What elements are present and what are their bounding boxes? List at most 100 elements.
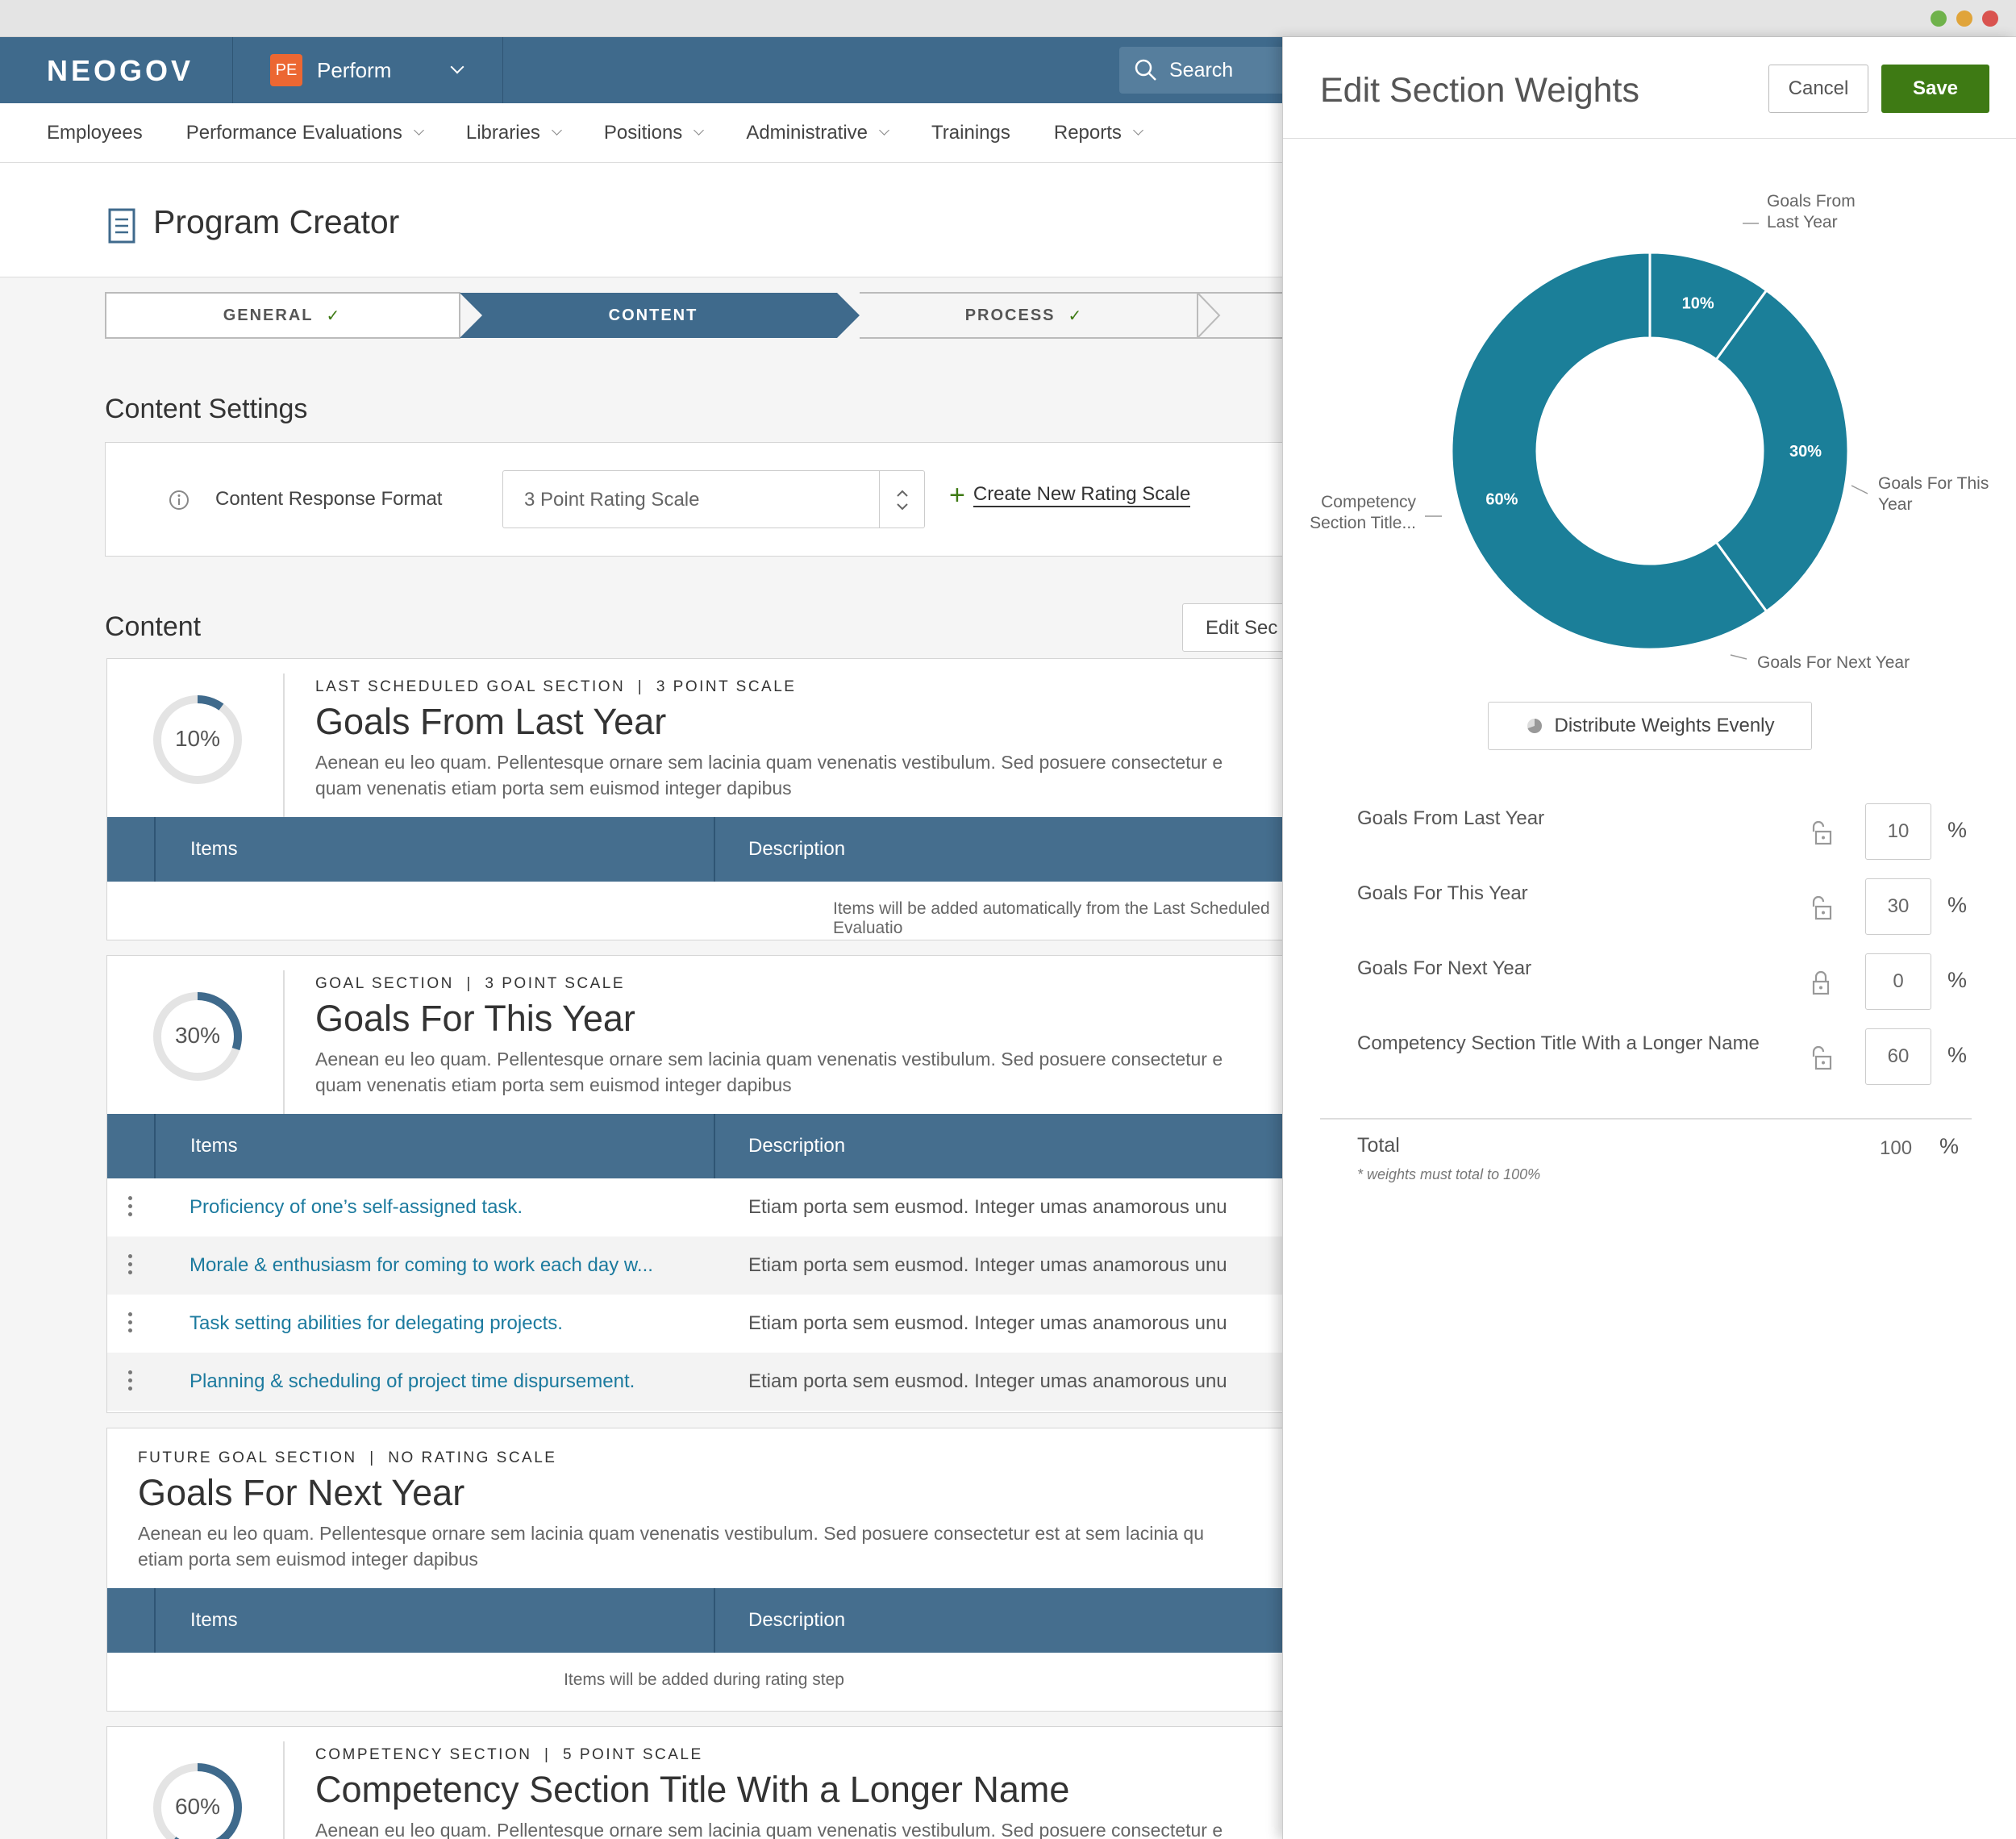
weights-donut-chart: 10% 30% 60% Goals From Last Year Goals For T… <box>1310 192 1989 672</box>
step-process[interactable]: PROCESS ✓ <box>847 292 1202 339</box>
save-button[interactable]: Save <box>1881 65 1989 113</box>
section-title: Competency Section Title With a Longer N… <box>315 1769 1070 1810</box>
distribute-evenly-button[interactable]: Distribute Weights Evenly <box>1488 702 1812 750</box>
rating-scale-select[interactable]: 3 Point Rating Scale <box>502 470 925 528</box>
title-bar: Program Creator <box>0 163 1290 277</box>
table-row[interactable]: Planning & scheduling of project time di… <box>107 1353 1299 1411</box>
callout-label: Competency Section Title... <box>1310 493 1416 532</box>
nav-administrative[interactable]: Administrative <box>746 122 889 144</box>
weight-name: Competency Section Title With a Longer N… <box>1357 1032 1760 1054</box>
nav-performance-evaluations[interactable]: Performance Evaluations <box>186 122 424 144</box>
drag-handle-icon[interactable] <box>128 1254 133 1278</box>
pie-icon <box>1527 719 1542 733</box>
lock-icon[interactable] <box>1809 970 1833 997</box>
table-row[interactable]: Proficiency of one’s self-assigned task.… <box>107 1178 1299 1236</box>
drag-handle-icon[interactable] <box>128 1196 133 1220</box>
minimize-dot[interactable] <box>1956 10 1972 27</box>
percent-sign: % <box>1947 1043 1968 1067</box>
item-name-link[interactable]: Morale & enthusiasm for coming to work e… <box>190 1254 653 1277</box>
item-description: Etiam porta sem eusmod. Integer umas ana… <box>748 1254 1227 1276</box>
weight-name: Goals From Last Year <box>1357 807 1545 829</box>
total-divider <box>1320 1118 1972 1120</box>
weight-input[interactable]: 10 <box>1865 803 1931 860</box>
chevron-down-icon <box>1133 125 1143 136</box>
section-title: Goals From Last Year <box>315 701 667 742</box>
chevron-down-icon <box>552 125 562 136</box>
percent-sign: % <box>1947 968 1968 992</box>
step-general[interactable]: GENERAL ✓ <box>105 292 460 339</box>
weight-row: Competency Section Title With a Longer N… <box>1357 1028 1970 1085</box>
section-card-goals-for-next-year: FUTURE GOAL SECTION | NO RATING SCALE Go… <box>106 1428 1300 1712</box>
callout-label: Goals From Last Year <box>1767 192 1856 231</box>
main-nav: Employees Performance Evaluations Librar… <box>0 103 1290 163</box>
top-header: NEOGOV PE Perform Search <box>0 37 1313 103</box>
plus-icon: + <box>949 480 965 511</box>
section-description: Aenean eu leo quam. Pellentesque ornare … <box>315 1049 1223 1095</box>
slice-label: 30% <box>1789 443 1822 461</box>
panel-title: Edit Section Weights <box>1320 71 1639 110</box>
nav-trainings[interactable]: Trainings <box>931 122 1010 144</box>
drag-handle-icon[interactable] <box>128 1370 133 1395</box>
section-card-competency: 60% COMPETENCY SECTION | 5 POINT SCALE C… <box>106 1726 1300 1839</box>
panel-header: Edit Section Weights Cancel Save <box>1283 37 2016 139</box>
item-description: Etiam porta sem eusmod. Integer umas ana… <box>748 1370 1227 1392</box>
check-icon: ✓ <box>1068 306 1084 325</box>
close-dot[interactable] <box>1982 10 1998 27</box>
section-description: Aenean eu leo quam. Pellentesque ornare … <box>138 1523 1205 1570</box>
section-card-goals-from-last-year: 10% LAST SCHEDULED GOAL SECTION | 3 POIN… <box>106 658 1300 940</box>
app-window: NEOGOV PE Perform Search Employees Perfo… <box>0 0 2016 1839</box>
weight-input[interactable]: 60 <box>1865 1028 1931 1085</box>
section-title: Goals For Next Year <box>138 1472 465 1513</box>
section-description: Aenean eu leo quam. Pellentesque ornare … <box>315 1820 1223 1839</box>
item-description: Etiam porta sem eusmod. Integer umas ana… <box>748 1196 1227 1218</box>
create-rating-scale-link[interactable]: + Create New Rating Scale <box>949 480 1191 511</box>
page-title: Program Creator <box>153 203 400 240</box>
rating-scale-value: 3 Point Rating Scale <box>524 489 700 511</box>
content-settings-heading: Content Settings <box>105 394 308 424</box>
chevron-down-icon <box>694 125 705 136</box>
nav-positions[interactable]: Positions <box>604 122 705 144</box>
window-chrome <box>0 0 2016 37</box>
weight-row: Goals For Next Year 0 % <box>1357 953 1970 1010</box>
unlock-icon[interactable] <box>1809 894 1833 922</box>
chevron-down-icon <box>879 125 889 136</box>
weight-input[interactable]: 0 <box>1865 953 1931 1010</box>
cancel-button[interactable]: Cancel <box>1768 65 1868 113</box>
section-type: FUTURE GOAL SECTION | NO RATING SCALE <box>138 1449 557 1466</box>
slice-label: 10% <box>1682 294 1714 312</box>
check-icon: ✓ <box>326 306 342 325</box>
weights-note: * weights must total to 100% <box>1357 1166 1541 1182</box>
item-name-link[interactable]: Planning & scheduling of project time di… <box>190 1370 635 1393</box>
weight-input[interactable]: 30 <box>1865 878 1931 935</box>
search-placeholder: Search <box>1169 58 1234 81</box>
table-row[interactable]: Task setting abilities for delegating pr… <box>107 1295 1299 1353</box>
maximize-dot[interactable] <box>1931 10 1947 27</box>
search-icon <box>1135 59 1156 81</box>
items-table-header: Items Description <box>107 1588 1299 1653</box>
nav-employees[interactable]: Employees <box>47 122 143 144</box>
donut-slice-goals-for-this-year <box>1714 288 1850 614</box>
product-name: Perform <box>317 57 392 82</box>
step-content[interactable]: CONTENT <box>476 292 831 339</box>
product-switcher[interactable]: PE Perform <box>232 37 503 103</box>
weight-row: Goals For This Year 30 % <box>1357 878 1970 935</box>
section-type: COMPETENCY SECTION | 5 POINT SCALE <box>315 1746 703 1763</box>
table-row[interactable]: Morale & enthusiasm for coming to work e… <box>107 1236 1299 1295</box>
section-description: Aenean eu leo quam. Pellentesque ornare … <box>315 752 1223 799</box>
unlock-icon[interactable] <box>1809 1045 1833 1072</box>
nav-reports[interactable]: Reports <box>1054 122 1143 144</box>
document-icon <box>108 208 135 244</box>
nav-libraries[interactable]: Libraries <box>466 122 562 144</box>
product-badge: PE <box>270 54 302 86</box>
section-percent: 10% <box>174 726 221 751</box>
weight-name: Goals For This Year <box>1357 882 1528 904</box>
item-name-link[interactable]: Proficiency of one’s self-assigned task. <box>190 1196 523 1219</box>
info-icon <box>169 490 189 510</box>
callout-label: Goals For Next Year <box>1757 653 1910 672</box>
slice-label: 60% <box>1485 491 1518 509</box>
item-name-link[interactable]: Task setting abilities for delegating pr… <box>190 1312 563 1335</box>
percent-sign: % <box>1947 893 1968 917</box>
edit-weights-panel: Edit Section Weights Cancel Save 10% 30% 6… <box>1282 37 2016 1839</box>
unlock-icon[interactable] <box>1809 819 1833 847</box>
drag-handle-icon[interactable] <box>128 1312 133 1337</box>
